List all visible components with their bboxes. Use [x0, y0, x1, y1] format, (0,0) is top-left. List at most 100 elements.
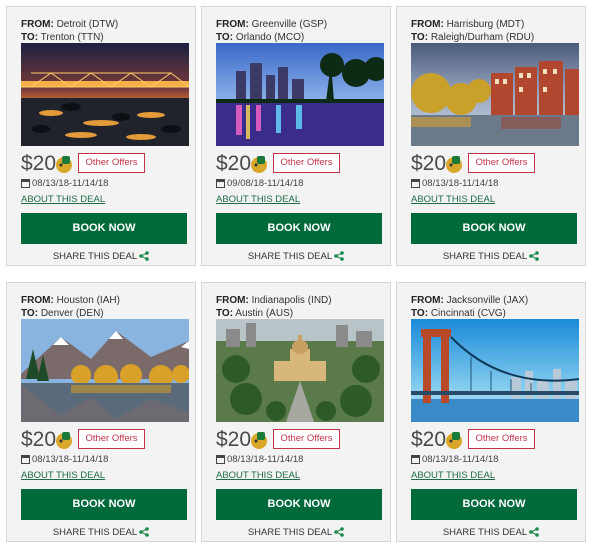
- mascot-icon: [446, 156, 462, 173]
- dates-text: 08/13/18-11/14/18: [32, 178, 109, 189]
- travel-dates: 08/13/18-11/14/18: [216, 454, 303, 466]
- other-offers-button[interactable]: Other Offers: [468, 429, 535, 449]
- from-label: FROM:: [21, 19, 54, 30]
- deal-photo-capitol-aerial[interactable]: [216, 319, 384, 422]
- route: FROM: Indianapolis (IND) TO: Austin (AUS…: [216, 294, 332, 320]
- dates-text: 08/13/18-11/14/18: [422, 178, 499, 189]
- share-deal-link[interactable]: SHARE THIS DEAL: [397, 251, 585, 263]
- to-label: TO:: [216, 308, 234, 319]
- about-deal-link[interactable]: ABOUT THIS DEAL: [21, 194, 105, 206]
- price: $20: [411, 152, 447, 175]
- deals-grid: FROM: Detroit (DTW) TO: Trenton (TTN) $2…: [0, 0, 589, 549]
- destination: Austin (AUS): [235, 308, 294, 319]
- travel-dates: 09/08/18-11/14/18: [216, 178, 303, 190]
- book-now-button[interactable]: BOOK NOW: [21, 489, 187, 520]
- mascot-icon: [251, 156, 267, 173]
- dates-text: 09/08/18-11/14/18: [227, 178, 304, 189]
- share-icon: [139, 527, 149, 537]
- share-deal-link[interactable]: SHARE THIS DEAL: [397, 527, 585, 539]
- book-now-button[interactable]: BOOK NOW: [216, 489, 382, 520]
- deal-card: FROM: Detroit (DTW) TO: Trenton (TTN) $2…: [6, 6, 196, 266]
- from-label: FROM:: [411, 295, 444, 306]
- other-offers-button[interactable]: Other Offers: [468, 153, 535, 173]
- other-offers-button[interactable]: Other Offers: [78, 429, 145, 449]
- deal-card: FROM: Houston (IAH) TO: Denver (DEN) $20…: [6, 282, 196, 542]
- share-deal-link[interactable]: SHARE THIS DEAL: [202, 251, 390, 263]
- deal-photo-city-night-lake[interactable]: [216, 43, 384, 146]
- calendar-icon: [216, 455, 225, 464]
- from-label: FROM:: [411, 19, 444, 30]
- origin: Greenville (GSP): [251, 19, 328, 30]
- destination: Trenton (TTN): [40, 32, 104, 43]
- price: $20: [21, 152, 57, 175]
- other-offers-button[interactable]: Other Offers: [78, 153, 145, 173]
- share-label: SHARE THIS DEAL: [247, 251, 333, 262]
- about-deal-link[interactable]: ABOUT THIS DEAL: [411, 470, 495, 482]
- to-label: TO:: [21, 32, 39, 43]
- book-now-button[interactable]: BOOK NOW: [216, 213, 382, 244]
- deal-photo-mountain-lake-autumn[interactable]: [21, 319, 189, 422]
- to-label: TO:: [21, 308, 39, 319]
- share-icon: [529, 251, 539, 261]
- deal-photo-suspension-bridge[interactable]: [411, 319, 579, 422]
- about-deal-link[interactable]: ABOUT THIS DEAL: [216, 470, 300, 482]
- deal-photo-riverside-buildings[interactable]: [411, 43, 579, 146]
- share-label: SHARE THIS DEAL: [247, 527, 333, 538]
- deal-card: FROM: Jacksonville (JAX) TO: Cincinnati …: [396, 282, 586, 542]
- travel-dates: 08/13/18-11/14/18: [411, 178, 498, 190]
- origin: Indianapolis (IND): [251, 295, 332, 306]
- dates-text: 08/13/18-11/14/18: [32, 454, 109, 465]
- origin: Jacksonville (JAX): [446, 295, 529, 306]
- deal-photo-bridge-sunset[interactable]: [21, 43, 189, 146]
- from-label: FROM:: [216, 295, 249, 306]
- share-deal-link[interactable]: SHARE THIS DEAL: [7, 527, 195, 539]
- mascot-icon: [251, 432, 267, 449]
- from-label: FROM:: [216, 19, 249, 30]
- calendar-icon: [411, 179, 420, 188]
- travel-dates: 08/13/18-11/14/18: [21, 178, 108, 190]
- share-label: SHARE THIS DEAL: [442, 251, 528, 262]
- calendar-icon: [411, 455, 420, 464]
- deal-card: FROM: Harrisburg (MDT) TO: Raleigh/Durha…: [396, 6, 586, 266]
- share-deal-link[interactable]: SHARE THIS DEAL: [202, 527, 390, 539]
- share-label: SHARE THIS DEAL: [52, 527, 138, 538]
- to-label: TO:: [411, 32, 429, 43]
- other-offers-button[interactable]: Other Offers: [273, 429, 340, 449]
- calendar-icon: [21, 179, 30, 188]
- route: FROM: Detroit (DTW) TO: Trenton (TTN): [21, 18, 118, 44]
- destination: Raleigh/Durham (RDU): [430, 32, 535, 43]
- book-now-button[interactable]: BOOK NOW: [21, 213, 187, 244]
- to-label: TO:: [411, 308, 429, 319]
- route: FROM: Harrisburg (MDT) TO: Raleigh/Durha…: [411, 18, 534, 44]
- other-offers-button[interactable]: Other Offers: [273, 153, 340, 173]
- price: $20: [216, 428, 252, 451]
- price: $20: [21, 428, 57, 451]
- dates-text: 08/13/18-11/14/18: [227, 454, 304, 465]
- share-icon: [334, 527, 344, 537]
- share-icon: [139, 251, 149, 261]
- about-deal-link[interactable]: ABOUT THIS DEAL: [21, 470, 105, 482]
- deal-card: FROM: Indianapolis (IND) TO: Austin (AUS…: [201, 282, 391, 542]
- mascot-icon: [56, 156, 72, 173]
- book-now-button[interactable]: BOOK NOW: [411, 213, 577, 244]
- route: FROM: Jacksonville (JAX) TO: Cincinnati …: [411, 294, 528, 320]
- travel-dates: 08/13/18-11/14/18: [21, 454, 108, 466]
- share-label: SHARE THIS DEAL: [52, 251, 138, 262]
- to-label: TO:: [216, 32, 234, 43]
- route: FROM: Houston (IAH) TO: Denver (DEN): [21, 294, 120, 320]
- share-icon: [334, 251, 344, 261]
- route: FROM: Greenville (GSP) TO: Orlando (MCO): [216, 18, 327, 44]
- share-deal-link[interactable]: SHARE THIS DEAL: [7, 251, 195, 263]
- dates-text: 08/13/18-11/14/18: [422, 454, 499, 465]
- price: $20: [411, 428, 447, 451]
- destination: Denver (DEN): [40, 308, 104, 319]
- book-now-button[interactable]: BOOK NOW: [411, 489, 577, 520]
- travel-dates: 08/13/18-11/14/18: [411, 454, 498, 466]
- about-deal-link[interactable]: ABOUT THIS DEAL: [411, 194, 495, 206]
- origin: Harrisburg (MDT): [446, 19, 525, 30]
- deal-card: FROM: Greenville (GSP) TO: Orlando (MCO)…: [201, 6, 391, 266]
- price: $20: [216, 152, 252, 175]
- share-icon: [529, 527, 539, 537]
- share-label: SHARE THIS DEAL: [442, 527, 528, 538]
- about-deal-link[interactable]: ABOUT THIS DEAL: [216, 194, 300, 206]
